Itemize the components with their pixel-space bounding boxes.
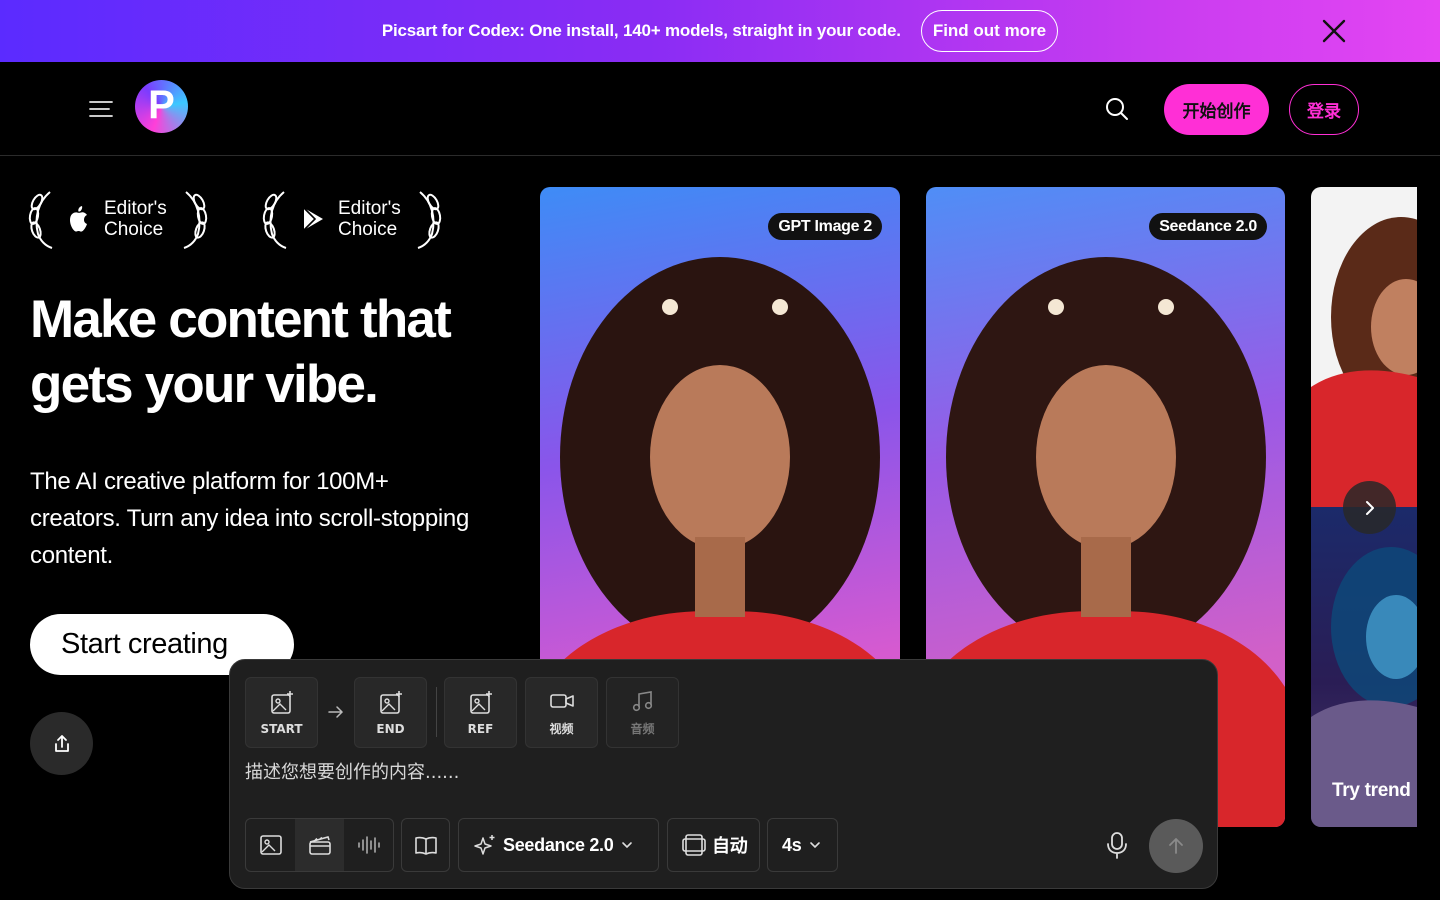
sparkle-icon [474,835,495,855]
prompt-composer: START END REF 视频 音频 描述您想要创作的内容...... See… [229,659,1218,889]
audio-tile[interactable]: 音频 [606,677,679,748]
arrow-up-icon [1169,838,1183,854]
prompt-library-button[interactable] [401,818,450,872]
apple-icon [70,206,87,232]
video-icon [549,694,574,708]
hero-title: Make content that gets your vibe. [30,290,452,414]
duration-select[interactable]: 4s [767,818,838,872]
chevron-right-icon [1365,500,1374,515]
award-label: Editor's Choice [338,198,401,240]
model-select-value: Seedance 2.0 [503,834,614,855]
aspect-ratio-select[interactable]: 自动 [667,818,760,872]
image-plus-icon [379,690,402,714]
book-open-icon [414,836,437,855]
audio-mode-button[interactable] [344,819,393,871]
tile-label: 音频 [630,722,655,736]
image-plus-icon [270,690,293,714]
tile-label: REF [467,721,494,736]
chevron-down-icon [810,842,821,849]
tile-label: START [260,721,303,736]
laurel-left-icon [28,191,53,249]
prompt-input[interactable]: 描述您想要创作的内容...... [245,758,459,784]
send-button[interactable] [1149,819,1203,873]
promo-banner: Picsart for Codex: One install, 140+ mod… [0,0,1440,62]
site-header: P 开始创作 登录 [0,62,1440,156]
hero-subtitle: The AI creative platform for 100M+ creat… [30,468,470,569]
menu-icon[interactable] [89,99,113,119]
share-icon [54,734,69,752]
chevron-down-icon [622,842,633,849]
tile-label: END [376,721,405,736]
video-tile[interactable]: 视频 [525,677,598,748]
close-icon[interactable] [1320,17,1348,45]
start-frame-tile[interactable]: START [245,677,318,748]
image-icon [259,835,282,855]
award-label: Editor's Choice [104,198,167,240]
tile-label: 视频 [549,722,574,736]
arrow-right-icon [328,706,344,718]
laurel-right-icon [183,191,208,249]
laurel-left-icon [262,191,287,249]
media-type-toggle [245,818,394,872]
start-creating-header-button[interactable]: 开始创作 [1164,84,1269,135]
search-icon[interactable] [1104,96,1130,122]
try-trend-caption: Try trend [1332,780,1411,801]
picsart-logo[interactable]: P [135,80,188,133]
image-mode-button[interactable] [246,819,295,871]
waveform-icon [357,836,380,854]
reference-tile[interactable]: REF [444,677,517,748]
award-badge-google-play: Editor's Choice [262,187,442,251]
model-select[interactable]: Seedance 2.0 [458,818,659,872]
divider [436,687,437,737]
promo-text: Picsart for Codex: One install, 140+ mod… [381,21,901,40]
carousel-next-button[interactable] [1343,481,1396,534]
find-out-more-button[interactable]: Find out more [920,10,1059,52]
google-play-icon [303,207,323,231]
cartoon-portrait-image [1311,187,1417,507]
share-button[interactable] [30,712,93,775]
laurel-right-icon [417,191,442,249]
image-plus-icon [469,690,492,714]
login-button[interactable]: 登录 [1289,84,1359,135]
model-badge: Seedance 2.0 [1149,213,1267,240]
neon-portrait-image [1311,507,1417,827]
end-frame-tile[interactable]: END [354,677,427,748]
music-note-icon [632,691,652,712]
video-mode-button[interactable] [295,819,344,871]
aspect-ratio-icon [682,834,706,856]
duration-value: 4s [782,834,802,855]
logo-letter: P [148,82,175,127]
clapperboard-icon [308,836,331,855]
model-badge: GPT Image 2 [768,213,882,240]
aspect-ratio-value: 自动 [712,836,748,857]
award-badge-apple: Editor's Choice [28,187,208,251]
microphone-icon[interactable] [1105,831,1129,859]
